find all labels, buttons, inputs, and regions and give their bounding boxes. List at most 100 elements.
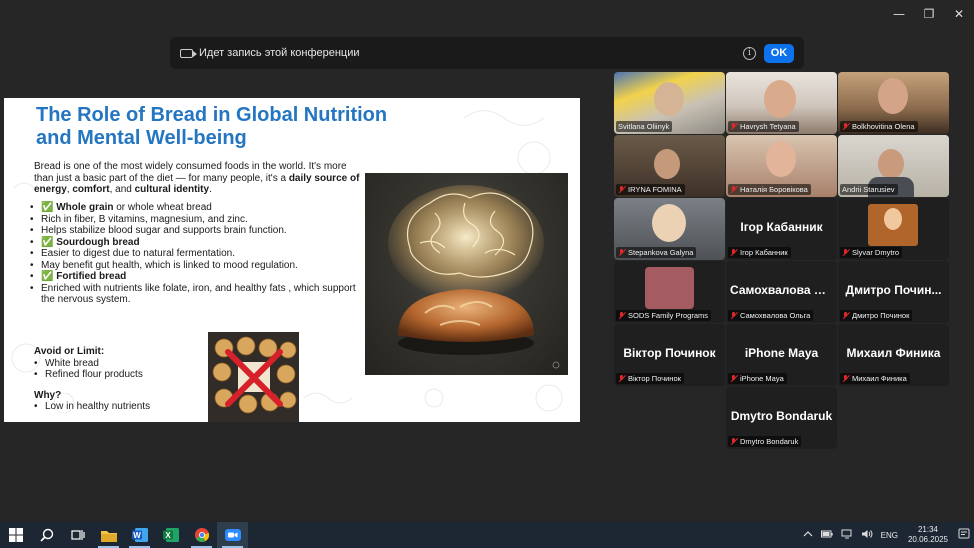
muted-mic-icon (730, 311, 737, 320)
participant-tile[interactable]: Slyvar Dmytro (838, 198, 949, 260)
list-text: or whole wheat bread (113, 202, 212, 213)
muted-mic-icon (618, 248, 625, 257)
chevron-up-icon[interactable] (803, 530, 813, 540)
participant-name: Самохвалова Ольга (740, 311, 811, 320)
notifications-icon[interactable] (958, 528, 970, 542)
ok-button[interactable]: OK (764, 43, 794, 63)
muted-mic-icon (730, 248, 737, 257)
window-controls: — ❐ ✕ (884, 0, 974, 28)
list-item: ✅ Whole grain or whole wheat bread (30, 202, 360, 214)
brain-bread-illustration (388, 185, 560, 369)
participant-tile[interactable]: Наталія Боровікова (726, 135, 837, 197)
participant-tile[interactable]: Ігор Кабанник Ігор Кабанник (726, 198, 837, 260)
network-icon[interactable] (841, 529, 853, 541)
participant-nametag: Slyvar Dmytro (840, 247, 903, 258)
info-icon[interactable]: i (743, 46, 756, 60)
file-explorer-icon[interactable] (93, 522, 124, 548)
participant-tile[interactable]: Dmytro Bondaruk Dmytro Bondaruk (726, 387, 837, 449)
intro-bold-comfort: comfort (72, 184, 110, 195)
participant-display-name: iPhone Maya (744, 346, 819, 360)
battery-icon[interactable] (820, 530, 833, 540)
muted-mic-icon (842, 311, 849, 320)
participant-name: Михаил Финика (852, 374, 907, 383)
participant-name: Svitlana Oliinyk (618, 122, 670, 131)
participant-tile[interactable]: IRYNA FOMINA (614, 135, 725, 197)
participant-nametag: Віктор Починок (616, 373, 684, 384)
participant-display-name: Михаил Финика (846, 346, 941, 360)
close-button[interactable]: ✕ (944, 0, 974, 28)
word-icon[interactable]: W (124, 522, 155, 548)
list-heading: Fortified bread (56, 271, 127, 282)
participant-name: Andrii Starusiev (842, 185, 895, 194)
participant-nametag: IRYNA FOMINA (616, 184, 685, 195)
participant-name: Наталія Боровікова (740, 185, 808, 194)
participant-name: Ігор Кабанник (740, 248, 788, 257)
chrome-icon[interactable] (186, 522, 217, 548)
muted-mic-icon (618, 185, 625, 194)
brain-bread-image (365, 173, 568, 375)
muted-mic-icon (730, 122, 737, 131)
recording-text: Идет запись этой конференции (199, 47, 360, 59)
shared-slide: The Role of Bread in Global Nutrition an… (4, 98, 580, 422)
search-icon[interactable] (31, 522, 62, 548)
participant-name: Stepankova Galyna (628, 248, 694, 257)
keyboard-language[interactable]: ENG (881, 531, 898, 540)
svg-text:X: X (165, 531, 171, 540)
participant-face (884, 208, 902, 230)
check-icon: ✅ (41, 271, 57, 282)
participant-tile[interactable]: Дмитро Почин... Дмитро Починок (838, 261, 949, 323)
participant-face (878, 78, 908, 114)
participant-tile[interactable]: Bolkhovitina Olena (838, 72, 949, 134)
participant-tile[interactable]: Stepankova Galyna (614, 198, 725, 260)
participant-nametag: Самохвалова Ольга (728, 310, 814, 321)
participant-display-name: Дмитро Почин... (845, 283, 942, 297)
slide-title: The Role of Bread in Global Nutrition an… (36, 104, 388, 149)
participant-nametag: Andrii Starusiev (840, 184, 898, 195)
windows-start-icon[interactable] (0, 522, 31, 548)
participant-tile[interactable]: iPhone Maya iPhone Maya (726, 324, 837, 386)
participant-name: Віктор Починок (628, 374, 681, 383)
participant-display-name: Dmytro Bondaruk (730, 409, 833, 423)
why-heading: Why? (34, 389, 62, 401)
participant-display-name: Самохвалова О... (730, 283, 834, 297)
zoom-icon[interactable] (217, 522, 248, 548)
restore-button[interactable]: ❐ (914, 0, 944, 28)
clock[interactable]: 21:34 20.06.2025 (908, 525, 948, 545)
participant-face (652, 204, 686, 242)
participant-nametag: Havrysh Tetyana (728, 121, 799, 132)
refined-food-image (208, 332, 299, 422)
muted-mic-icon (730, 374, 737, 383)
participant-name: Havrysh Tetyana (740, 122, 796, 131)
taskbar: W X ENG 21:34 20.06.2025 (0, 522, 974, 548)
participant-tile[interactable]: Svitlana Oliinyk (614, 72, 725, 134)
task-view-icon[interactable] (62, 522, 93, 548)
muted-mic-icon (842, 248, 849, 257)
participant-tile[interactable]: Havrysh Tetyana (726, 72, 837, 134)
list-heading: Whole grain (56, 202, 114, 213)
participant-tile-active-speaker[interactable]: Andrii Starusiev (838, 135, 949, 197)
volume-icon[interactable] (861, 529, 873, 541)
participant-tile[interactable]: Віктор Починок Віктор Починок (614, 324, 725, 386)
avoid-item: Refined flour products (34, 369, 209, 381)
participant-display-name: Ігор Кабанник (740, 220, 823, 234)
muted-mic-icon (730, 437, 737, 446)
video-record-icon (180, 48, 197, 58)
participant-name: IRYNA FOMINA (628, 185, 682, 194)
participant-face (654, 149, 680, 179)
participant-name: iPhone Maya (740, 374, 784, 383)
bread-benefits-list: ✅ Whole grain or whole wheat bread Rich … (30, 202, 360, 306)
participant-tile[interactable]: Самохвалова О... Самохвалова Ольга (726, 261, 837, 323)
participant-tile[interactable]: Михаил Финика Михаил Финика (838, 324, 949, 386)
participant-nametag: iPhone Maya (728, 373, 787, 384)
excel-icon[interactable]: X (155, 522, 186, 548)
participant-nametag: Bolkhovitina Olena (840, 121, 918, 132)
participant-tile[interactable]: SODS Family Programs (614, 261, 725, 323)
participant-nametag: Svitlana Oliinyk (616, 121, 673, 132)
minimize-button[interactable]: — (884, 0, 914, 28)
participant-name: Slyvar Dmytro (852, 248, 900, 257)
participant-face (878, 149, 904, 179)
crossed-bread-illustration (208, 332, 299, 422)
clock-time: 21:34 (917, 525, 938, 534)
participant-name: Дмитро Починок (852, 311, 910, 320)
recording-banner: Идет запись этой конференции i OK (170, 37, 804, 69)
